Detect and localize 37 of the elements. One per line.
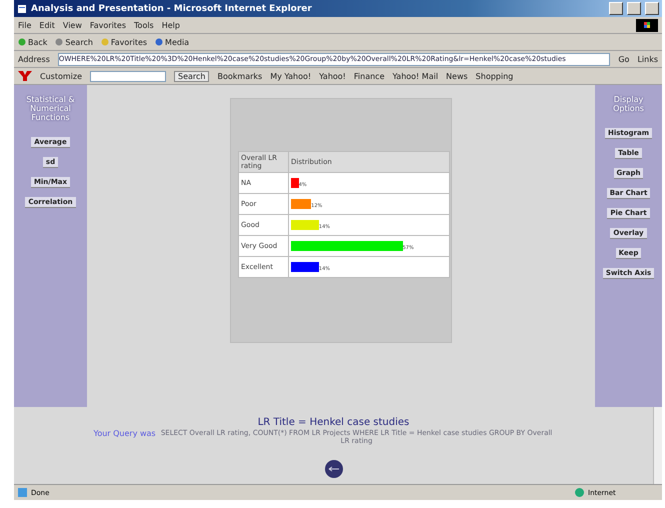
toolbar-button[interactable]: Back: [18, 38, 48, 46]
toolbar-link[interactable]: Yahoo! Mail: [392, 72, 438, 80]
minimize-button[interactable]: [609, 2, 623, 15]
toolbar-link[interactable]: News: [446, 72, 468, 80]
windows-logo-icon: [636, 18, 658, 32]
page-icon: [17, 4, 27, 14]
sidebar-heading: Statistical & Numerical Functions: [25, 95, 76, 122]
address-label: Address: [18, 54, 50, 64]
maximize-button[interactable]: [627, 2, 641, 15]
menu-item[interactable]: View: [62, 20, 82, 30]
toolbar-button[interactable]: Search: [55, 38, 93, 46]
yahoo-logo-icon: [18, 71, 32, 81]
menu-item[interactable]: Edit: [39, 20, 55, 30]
search-button[interactable]: Search: [174, 70, 210, 82]
globe-icon: [575, 488, 584, 497]
sidebar-heading: Display Options: [612, 95, 645, 113]
lr-title: LR Title = Henkel case studies: [258, 417, 410, 428]
menu-item[interactable]: Tools: [134, 20, 154, 30]
search-field[interactable]: [90, 70, 166, 82]
links-button[interactable]: Links: [637, 54, 658, 64]
toolbar-link[interactable]: Finance: [354, 72, 384, 80]
scrollbar[interactable]: [653, 407, 662, 484]
customize-button[interactable]: Customize: [40, 72, 82, 80]
menu-item[interactable]: Help: [162, 20, 180, 30]
menu-item[interactable]: Favorites: [90, 20, 126, 30]
toolbar-button[interactable]: Favorites: [100, 38, 148, 46]
query-label: Your Query was: [94, 429, 156, 440]
close-button[interactable]: [645, 2, 659, 15]
toolbar-link[interactable]: Yahoo!: [319, 72, 346, 80]
toolbar-link[interactable]: Shopping: [476, 72, 514, 80]
window-title: Analysis and Presentation - Microsoft Internet Explorer: [31, 4, 313, 14]
toolbar-button[interactable]: Media: [155, 38, 190, 46]
toolbar-link[interactable]: Bookmarks: [217, 72, 262, 80]
go-button[interactable]: Go: [618, 54, 630, 64]
menu-item[interactable]: File: [18, 20, 32, 30]
toolbar-link[interactable]: My Yahoo!: [270, 72, 312, 80]
page-icon: [18, 488, 27, 497]
